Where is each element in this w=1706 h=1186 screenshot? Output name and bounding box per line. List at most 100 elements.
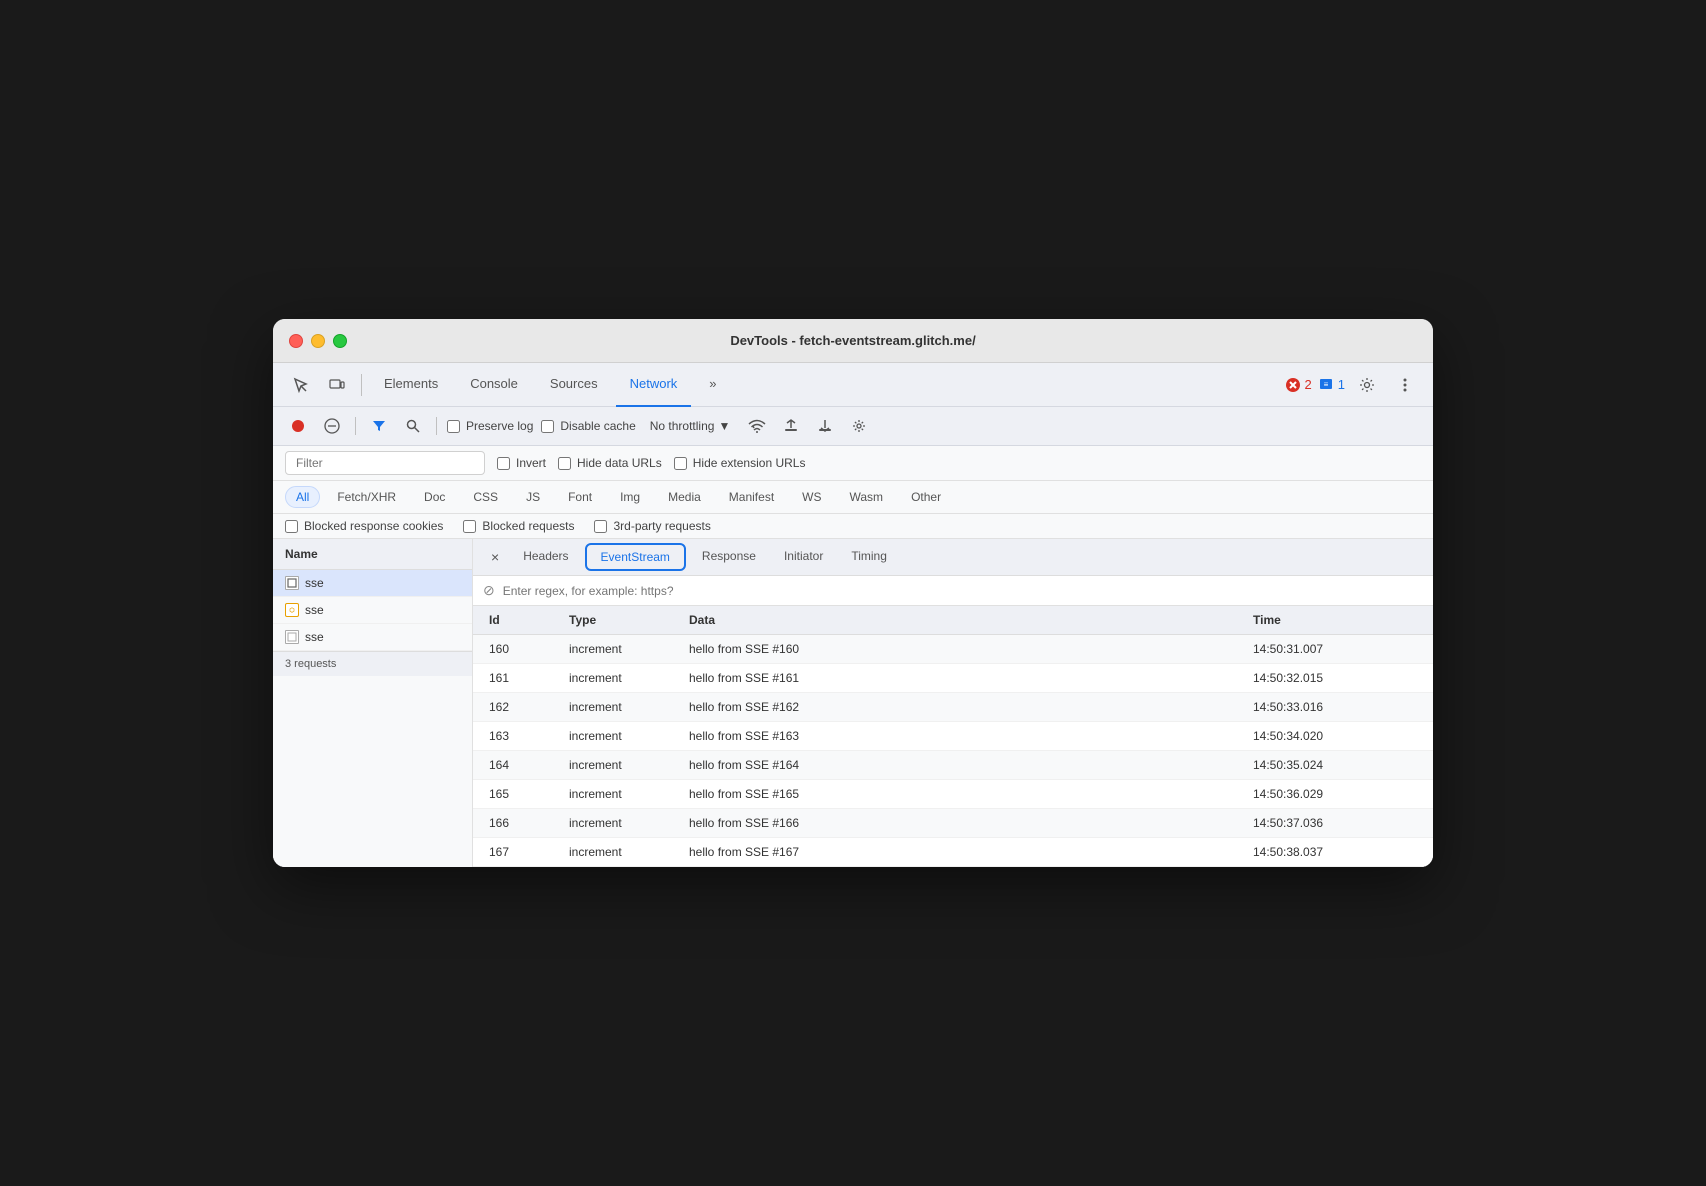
device-toolbar-icon[interactable]	[321, 369, 353, 401]
type-btn-media[interactable]: Media	[657, 486, 712, 508]
col-data[interactable]: Data	[681, 606, 1245, 634]
cell-time: 14:50:35.024	[1245, 751, 1405, 779]
window-title: DevTools - fetch-eventstream.glitch.me/	[730, 333, 975, 348]
cell-extra	[1405, 722, 1425, 750]
wifi-icon[interactable]	[744, 413, 770, 439]
table-row[interactable]: 166 increment hello from SSE #166 14:50:…	[473, 809, 1433, 838]
regex-bar: ⊘	[473, 576, 1433, 606]
throttle-select[interactable]: No throttling ▼	[644, 417, 737, 435]
col-time[interactable]: Time	[1245, 606, 1405, 634]
network-settings-icon[interactable]	[846, 413, 872, 439]
type-btn-all[interactable]: All	[285, 486, 320, 508]
error-badge: 2	[1285, 377, 1312, 393]
cell-data: hello from SSE #167	[681, 838, 1245, 866]
table-row[interactable]: 161 increment hello from SSE #161 14:50:…	[473, 664, 1433, 693]
more-icon[interactable]	[1389, 369, 1421, 401]
cell-extra	[1405, 809, 1425, 837]
checkbox-icon	[285, 576, 299, 590]
blocked-requests-checkbox[interactable]: Blocked requests	[463, 519, 574, 533]
cell-extra	[1405, 751, 1425, 779]
search-button[interactable]	[400, 413, 426, 439]
invert-checkbox[interactable]: Invert	[497, 456, 546, 470]
table-row[interactable]: 167 increment hello from SSE #167 14:50:…	[473, 838, 1433, 867]
minimize-button[interactable]	[311, 334, 325, 348]
settings-icon[interactable]	[1351, 369, 1383, 401]
filter-button[interactable]	[366, 413, 392, 439]
cell-type: increment	[561, 809, 681, 837]
third-party-checkbox[interactable]: 3rd-party requests	[594, 519, 710, 533]
cell-type: increment	[561, 780, 681, 808]
type-btn-fetch_xhr[interactable]: Fetch/XHR	[326, 486, 407, 508]
cell-type: increment	[561, 664, 681, 692]
filter-input[interactable]	[285, 451, 485, 475]
cell-type: increment	[561, 838, 681, 866]
cell-data: hello from SSE #166	[681, 809, 1245, 837]
tab-elements[interactable]: Elements	[370, 363, 452, 407]
tab-headers[interactable]: Headers	[509, 539, 582, 575]
blocked-cookies-checkbox[interactable]: Blocked response cookies	[285, 519, 443, 533]
request-row-3[interactable]: sse	[273, 624, 472, 651]
cell-data: hello from SSE #160	[681, 635, 1245, 663]
block-icon: ⊘	[483, 582, 495, 599]
disable-cache-checkbox[interactable]: Disable cache	[541, 419, 635, 433]
tab-more[interactable]: »	[695, 363, 730, 407]
cell-time: 14:50:36.029	[1245, 780, 1405, 808]
cell-time: 14:50:33.016	[1245, 693, 1405, 721]
traffic-lights	[289, 334, 347, 348]
type-btn-other[interactable]: Other	[900, 486, 952, 508]
hide-data-urls-checkbox[interactable]: Hide data URLs	[558, 456, 662, 470]
cell-extra	[1405, 693, 1425, 721]
main-content: Name sse ⬡ sse sse	[273, 539, 1433, 867]
table-row[interactable]: 165 increment hello from SSE #165 14:50:…	[473, 780, 1433, 809]
cell-time: 14:50:38.037	[1245, 838, 1405, 866]
cell-data: hello from SSE #162	[681, 693, 1245, 721]
table-row[interactable]: 164 increment hello from SSE #164 14:50:…	[473, 751, 1433, 780]
tab-initiator[interactable]: Initiator	[770, 539, 837, 575]
cell-type: increment	[561, 693, 681, 721]
tab-eventstream[interactable]: EventStream	[585, 543, 686, 571]
col-type[interactable]: Type	[561, 606, 681, 634]
tab-sources[interactable]: Sources	[536, 363, 612, 407]
regex-input[interactable]	[503, 584, 1423, 598]
type-btn-doc[interactable]: Doc	[413, 486, 456, 508]
type-btn-css[interactable]: CSS	[462, 486, 509, 508]
nav-divider-1	[361, 374, 362, 396]
type-btn-ws[interactable]: WS	[791, 486, 832, 508]
maximize-button[interactable]	[333, 334, 347, 348]
type-btn-js[interactable]: JS	[515, 486, 551, 508]
tab-timing[interactable]: Timing	[837, 539, 901, 575]
table-row[interactable]: 163 increment hello from SSE #163 14:50:…	[473, 722, 1433, 751]
select-element-icon[interactable]	[285, 369, 317, 401]
doc-icon	[285, 630, 299, 644]
col-sort	[1405, 606, 1425, 634]
cell-time: 14:50:31.007	[1245, 635, 1405, 663]
type-btn-wasm[interactable]: Wasm	[839, 486, 895, 508]
type-btn-img[interactable]: Img	[609, 486, 651, 508]
tab-console[interactable]: Console	[456, 363, 532, 407]
cell-id: 160	[481, 635, 561, 663]
preserve-log-checkbox[interactable]: Preserve log	[447, 419, 533, 433]
cell-extra	[1405, 780, 1425, 808]
close-detail-button[interactable]: ×	[481, 541, 509, 573]
event-table: Id Type Data Time 160 increment hello fr…	[473, 606, 1433, 867]
close-button[interactable]	[289, 334, 303, 348]
download-icon[interactable]	[812, 413, 838, 439]
type-btn-manifest[interactable]: Manifest	[718, 486, 785, 508]
col-id[interactable]: Id	[481, 606, 561, 634]
cell-time: 14:50:37.036	[1245, 809, 1405, 837]
status-footer: 3 requests	[273, 651, 472, 676]
toolbar-divider-2	[436, 417, 437, 435]
upload-icon[interactable]	[778, 413, 804, 439]
tab-response[interactable]: Response	[688, 539, 770, 575]
table-row[interactable]: 160 increment hello from SSE #160 14:50:…	[473, 635, 1433, 664]
hide-ext-urls-checkbox[interactable]: Hide extension URLs	[674, 456, 806, 470]
clear-button[interactable]	[319, 413, 345, 439]
tab-network[interactable]: Network	[616, 363, 692, 407]
cell-data: hello from SSE #163	[681, 722, 1245, 750]
request-row-2[interactable]: ⬡ sse	[273, 597, 472, 624]
title-bar: DevTools - fetch-eventstream.glitch.me/	[273, 319, 1433, 363]
record-button[interactable]	[285, 413, 311, 439]
type-btn-font[interactable]: Font	[557, 486, 603, 508]
request-row-1[interactable]: sse	[273, 570, 472, 597]
table-row[interactable]: 162 increment hello from SSE #162 14:50:…	[473, 693, 1433, 722]
